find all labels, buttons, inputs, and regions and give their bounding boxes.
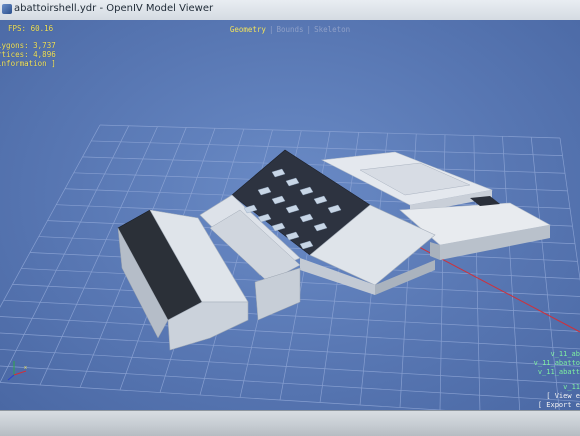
mesh-list-item[interactable]: v_11_abatt: [534, 368, 580, 377]
window-titlebar[interactable]: abattoirshell.ydr - OpenIV Model Viewer: [0, 0, 580, 21]
vertex-count: Vertices: 4,896: [0, 50, 56, 59]
model-viewer-window: abattoirshell.ydr - OpenIV Model Viewer: [0, 0, 580, 410]
right-block-side: [430, 242, 440, 260]
axis-gizmo: x: [8, 361, 27, 380]
grid-line: [0, 332, 580, 367]
grid-line: [474, 136, 480, 410]
monitor-bezel: [0, 410, 580, 436]
tab-skeleton[interactable]: Skeleton: [314, 25, 350, 34]
view-mode-tabs: Geometry|Bounds|Skeleton: [0, 25, 580, 34]
tab-bounds[interactable]: Bounds: [276, 25, 303, 34]
grid-line: [503, 136, 521, 410]
grid-line: [21, 268, 580, 296]
grid-line: [0, 125, 100, 380]
building-model: [118, 150, 550, 350]
mesh-list-item[interactable]: v_11_ab: [534, 350, 580, 359]
monitor-photo: abattoirshell.ydr - OpenIV Model Viewer: [0, 0, 580, 435]
tab-separator: |: [266, 25, 277, 34]
information-toggle[interactable]: [ information ]: [0, 59, 56, 68]
tab-geometry[interactable]: Geometry: [230, 25, 266, 34]
mesh-list-panel: v_11_ab v_11_abatto v_11_abatt v_11 [ Vi…: [534, 350, 580, 410]
grid-line: [0, 380, 580, 410]
export-action[interactable]: [ Export e: [534, 401, 580, 410]
tab-separator: |: [304, 25, 315, 34]
scene-canvas[interactable]: x: [0, 20, 580, 410]
svg-text:x: x: [24, 365, 27, 371]
grid-line: [0, 348, 580, 385]
mesh-list-item[interactable]: v_11: [534, 383, 580, 392]
mesh-list-item[interactable]: v_11_abatto: [534, 359, 580, 368]
window-title: abattoirshell.ydr - OpenIV Model Viewer: [14, 3, 213, 14]
app-icon: [2, 4, 12, 14]
3d-viewport[interactable]: x FPS: 60.16 Polygons: 3,737 Vertices: 4…: [0, 20, 580, 410]
view-action[interactable]: [ View e: [534, 392, 580, 401]
polygon-count: Polygons: 3,737: [0, 41, 56, 50]
